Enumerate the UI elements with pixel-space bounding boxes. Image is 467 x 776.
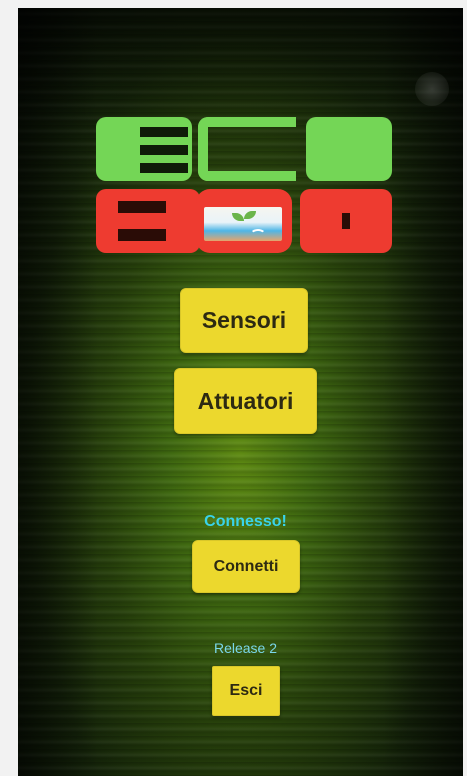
- sensori-button[interactable]: Sensori: [180, 288, 308, 353]
- connetti-button[interactable]: Connetti: [192, 540, 300, 593]
- attuatori-button[interactable]: Attuatori: [174, 368, 317, 434]
- release-label: Release 2: [213, 640, 278, 656]
- app-screen: Sensori Attuatori Connesso! Connetti Rel…: [18, 8, 463, 776]
- connection-status: Connesso!: [204, 513, 287, 530]
- esci-button[interactable]: Esci: [212, 666, 280, 716]
- screen-glare: [415, 72, 449, 106]
- landscape-image: [202, 205, 284, 243]
- ecobox-logo-icon: [96, 117, 392, 253]
